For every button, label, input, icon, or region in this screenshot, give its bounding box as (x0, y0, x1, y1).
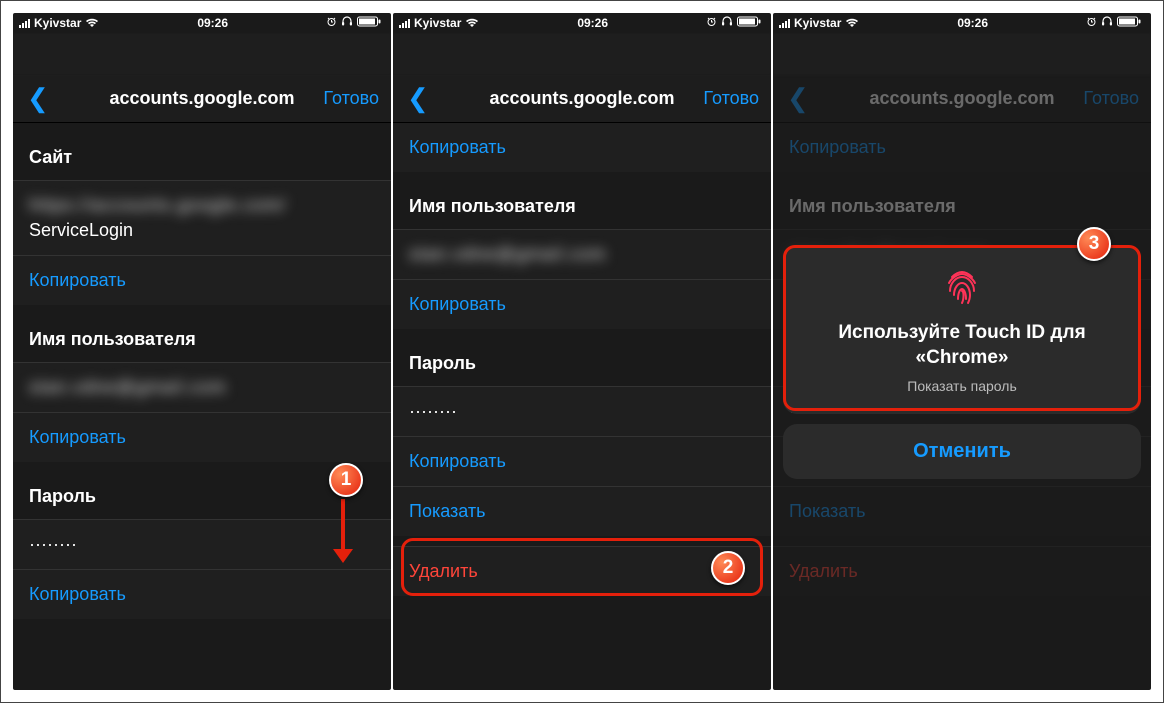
site-url-text: https://accounts.google.com/ (29, 195, 286, 215)
show-password-button[interactable]: Показать (393, 486, 771, 536)
ghost-toolbar (393, 33, 771, 75)
copy-password-button[interactable]: Копировать (13, 569, 391, 619)
copy-username-button[interactable]: Копировать (393, 279, 771, 329)
alarm-icon (326, 16, 337, 30)
username-section: Имя пользователя stan.vdne@gmail.com Коп… (393, 182, 771, 329)
nav-bar: ❮ accounts.google.com Готово (773, 75, 1151, 123)
wifi-icon (465, 18, 479, 28)
carrier-label: Kyivstar (34, 16, 81, 30)
headphones-icon (721, 16, 733, 30)
delete-section: Удалить (773, 546, 1151, 596)
copy-password-button[interactable]: Копировать (393, 436, 771, 486)
callout-badge-1: 1 (329, 463, 363, 497)
battery-icon (357, 16, 381, 30)
nav-bar: ❮ accounts.google.com Готово (393, 75, 771, 123)
username-header: Имя пользователя (393, 182, 771, 229)
site-section: Сайт https://accounts.google.com/ Servic… (13, 133, 391, 305)
callout-badge-2: 2 (711, 551, 745, 585)
panel-1: Kyivstar 09:26 ❮ accounts.google.com Гот… (13, 13, 391, 690)
username-row[interactable]: stan.vdne@gmail.com (13, 362, 391, 412)
callout-arrow (333, 499, 353, 563)
status-bar: Kyivstar 09:26 (13, 13, 391, 33)
headphones-icon (341, 16, 353, 30)
touchid-subtitle: Показать пароль (803, 378, 1121, 394)
clock: 09:26 (577, 16, 608, 30)
status-bar: Kyivstar 09:26 (393, 13, 771, 33)
status-bar: Kyivstar 09:26 (773, 13, 1151, 33)
clock: 09:26 (957, 16, 988, 30)
callout-badge-3: 3 (1077, 227, 1111, 261)
copy-site-button[interactable]: Копировать (13, 255, 391, 305)
touchid-cancel-button[interactable]: Отменить (783, 424, 1141, 479)
password-section: Пароль ········ Копировать Показать (393, 339, 771, 536)
cellular-icon (399, 19, 410, 28)
headphones-icon (1101, 16, 1113, 30)
done-button[interactable]: Готово (323, 88, 391, 109)
copy-site-button[interactable]: Копировать (393, 123, 771, 172)
ghost-toolbar (773, 33, 1151, 75)
alarm-icon (1086, 16, 1097, 30)
service-login: ServiceLogin (13, 220, 391, 255)
battery-icon (1117, 16, 1141, 30)
site-header: Сайт (13, 133, 391, 180)
cellular-icon (779, 19, 790, 28)
wifi-icon (845, 18, 859, 28)
delete-button: Удалить (773, 546, 1151, 596)
username-section: Имя пользователя stan.vdne@gmail.com Коп… (13, 315, 391, 462)
carrier-label: Kyivstar (794, 16, 841, 30)
panel-2: Kyivstar 09:26 ❮ accounts.google.com Гот… (393, 13, 771, 690)
password-row[interactable]: ········ (393, 386, 771, 436)
show-password-button: Показать (773, 486, 1151, 536)
carrier-label: Kyivstar (414, 16, 461, 30)
touchid-sheet: Используйте Touch ID для «Chrome» Показа… (783, 245, 1141, 479)
touchid-main: Используйте Touch ID для «Chrome» Показа… (783, 245, 1141, 414)
copy-username-button[interactable]: Копировать (13, 412, 391, 462)
back-icon[interactable]: ❮ (13, 83, 63, 114)
username-header: Имя пользователя (773, 182, 1151, 229)
cellular-icon (19, 19, 30, 28)
touchid-title: Используйте Touch ID для «Chrome» (803, 321, 1121, 370)
copy-site-button: Копировать (773, 123, 1151, 172)
back-icon[interactable]: ❮ (773, 83, 823, 114)
back-icon[interactable]: ❮ (393, 83, 443, 114)
wifi-icon (85, 18, 99, 28)
done-button[interactable]: Готово (703, 88, 771, 109)
alarm-icon (706, 16, 717, 30)
username-header: Имя пользователя (13, 315, 391, 362)
nav-bar: ❮ accounts.google.com Готово (13, 75, 391, 123)
clock: 09:26 (197, 16, 228, 30)
done-button[interactable]: Готово (1083, 88, 1151, 109)
battery-icon (737, 16, 761, 30)
username-row[interactable]: stan.vdne@gmail.com (393, 229, 771, 279)
username-text: stan.vdne@gmail.com (29, 377, 226, 397)
fingerprint-icon (938, 263, 986, 311)
ghost-toolbar (13, 33, 391, 75)
password-header: Пароль (393, 339, 771, 386)
panel-3: Kyivstar 09:26 ❮ accounts.google.com Гот… (773, 13, 1151, 690)
username-text: stan.vdne@gmail.com (409, 244, 606, 264)
